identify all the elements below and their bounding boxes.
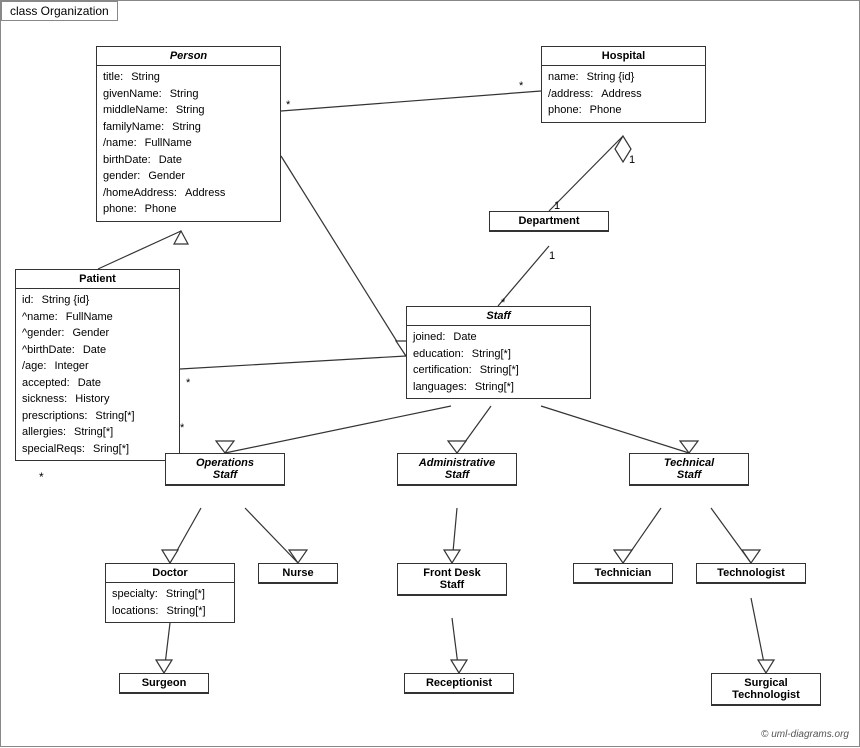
class-operations-staff: Operations Staff xyxy=(165,453,285,486)
class-patient: Patient id:String {id} ^name:FullName ^g… xyxy=(15,269,180,461)
class-receptionist: Receptionist xyxy=(404,673,514,694)
class-surgeon: Surgeon xyxy=(119,673,209,694)
class-front-desk: Front Desk Staff xyxy=(397,563,507,596)
class-surgical-technologist: Surgical Technologist xyxy=(711,673,821,706)
class-surgeon-name: Surgeon xyxy=(120,674,208,693)
class-staff: Staff joined:Date education:String[*] ce… xyxy=(406,306,591,399)
svg-text:*: * xyxy=(39,470,44,484)
class-technician: Technician xyxy=(573,563,673,584)
copyright-text: © uml-diagrams.org xyxy=(761,729,849,740)
class-patient-attrs: id:String {id} ^name:FullName ^gender:Ge… xyxy=(16,289,179,460)
svg-text:*: * xyxy=(286,99,291,111)
class-operations-staff-name: Operations Staff xyxy=(166,454,284,485)
class-technologist-name: Technologist xyxy=(697,564,805,583)
diagram-title: class Organization xyxy=(1,1,118,21)
class-nurse: Nurse xyxy=(258,563,338,584)
class-doctor-attrs: specialty:String[*] locations:String[*] xyxy=(106,583,234,622)
class-doctor: Doctor specialty:String[*] locations:Str… xyxy=(105,563,235,623)
svg-text:1: 1 xyxy=(629,154,635,166)
class-technologist: Technologist xyxy=(696,563,806,584)
svg-text:*: * xyxy=(519,80,524,92)
class-person-name: Person xyxy=(97,47,280,66)
svg-text:*: * xyxy=(186,377,191,389)
class-staff-name: Staff xyxy=(407,307,590,326)
class-department-name: Department xyxy=(490,212,608,231)
class-person-attrs: title:String givenName:String middleName… xyxy=(97,66,280,221)
class-technical-staff: Technical Staff xyxy=(629,453,749,486)
svg-text:1: 1 xyxy=(549,250,555,262)
class-patient-name: Patient xyxy=(16,270,179,289)
class-staff-attrs: joined:Date education:String[*] certific… xyxy=(407,326,590,398)
class-hospital-name: Hospital xyxy=(542,47,705,66)
class-surgical-technologist-name: Surgical Technologist xyxy=(712,674,820,705)
class-front-desk-name: Front Desk Staff xyxy=(398,564,506,595)
class-admin-staff: Administrative Staff xyxy=(397,453,517,486)
class-nurse-name: Nurse xyxy=(259,564,337,583)
class-doctor-name: Doctor xyxy=(106,564,234,583)
class-hospital-attrs: name:String {id} /address:Address phone:… xyxy=(542,66,705,122)
class-technician-name: Technician xyxy=(574,564,672,583)
class-hospital: Hospital name:String {id} /address:Addre… xyxy=(541,46,706,123)
class-person: Person title:String givenName:String mid… xyxy=(96,46,281,222)
class-receptionist-name: Receptionist xyxy=(405,674,513,693)
class-technical-staff-name: Technical Staff xyxy=(630,454,748,485)
diagram-container: class Organization * * 1 1 * 1 * * xyxy=(0,0,860,747)
svg-text:*: * xyxy=(180,422,185,434)
class-department: Department xyxy=(489,211,609,232)
class-admin-staff-name: Administrative Staff xyxy=(398,454,516,485)
